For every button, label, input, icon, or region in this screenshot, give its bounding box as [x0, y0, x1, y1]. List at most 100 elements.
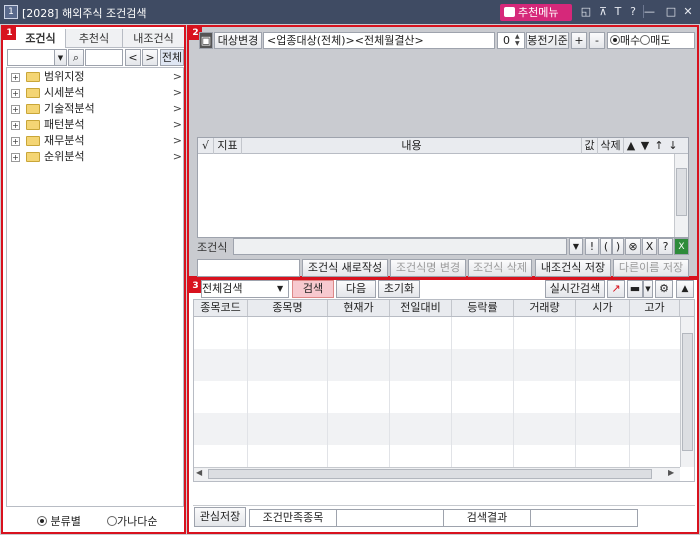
col-name[interactable]: 종목명	[248, 300, 328, 316]
formula-input[interactable]	[233, 238, 567, 255]
all-button[interactable]: 전체	[160, 49, 184, 66]
col-code[interactable]: 종목코드	[194, 300, 248, 316]
radio-icon	[107, 516, 117, 526]
plus-button[interactable]: +	[571, 32, 587, 49]
sort-by-category-radio[interactable]: 분류별	[37, 513, 81, 529]
offset-stepper[interactable]: 0	[497, 32, 525, 49]
window-icon[interactable]: ◱	[580, 5, 592, 18]
move-up-icon[interactable]: ▲	[624, 138, 638, 154]
col-open[interactable]: 시가	[576, 300, 630, 316]
menu-icon[interactable]: ▬	[627, 280, 643, 298]
next-arrow-icon[interactable]: >	[142, 49, 158, 66]
move-bottom-icon[interactable]: ↓	[666, 138, 680, 154]
col-volume[interactable]: 거래량	[514, 300, 576, 316]
minus-button[interactable]: -	[589, 32, 605, 49]
recommend-menu-label: 추천메뉴	[518, 6, 559, 19]
realtime-search-button[interactable]: 실시간검색	[545, 280, 605, 298]
col-change[interactable]: 전일대비	[390, 300, 452, 316]
col-change-rate[interactable]: 등락률	[452, 300, 514, 316]
text-icon[interactable]: T	[612, 5, 624, 18]
folder-icon	[26, 136, 40, 146]
search-text-field[interactable]	[85, 49, 123, 66]
expand-icon[interactable]: +	[11, 137, 20, 146]
target-icon[interactable]: ▣	[199, 32, 213, 49]
scope-select[interactable]: 전체검색	[201, 280, 289, 298]
results-horizontal-scrollbar[interactable]: ◀ ▶	[194, 467, 680, 481]
tree-item-pattern[interactable]: + 패턴분석 >	[9, 117, 184, 133]
scroll-thumb[interactable]	[676, 168, 687, 216]
radio-icon	[640, 35, 651, 45]
move-down-icon[interactable]: ▼	[638, 138, 652, 154]
expand-icon[interactable]: +	[11, 153, 20, 162]
thumbs-up-icon	[504, 7, 515, 17]
sell-radio[interactable]: 매도	[640, 34, 671, 47]
x-op-button[interactable]: X	[642, 238, 657, 255]
menu-dropdown-icon[interactable]: ▼	[643, 280, 653, 298]
formula-dropdown-icon[interactable]: ▼	[569, 238, 583, 255]
settings-gear-icon[interactable]: ⚙	[655, 280, 673, 298]
dropdown-arrow-icon[interactable]: ▼	[54, 49, 67, 66]
match-count-value	[336, 509, 444, 527]
prev-arrow-icon[interactable]: <	[125, 49, 141, 66]
table-row	[194, 413, 680, 445]
recommend-menu-button[interactable]: 추천메뉴	[500, 4, 572, 21]
check-header[interactable]: √	[198, 138, 214, 154]
maximize-icon[interactable]: □	[665, 5, 677, 18]
scroll-right-icon[interactable]: ▶	[668, 468, 674, 477]
scroll-thumb[interactable]	[208, 469, 652, 479]
expand-icon[interactable]: +	[11, 73, 20, 82]
select-arrow-icon[interactable]: ▼	[277, 284, 283, 293]
move-top-icon[interactable]: ↑	[652, 138, 666, 154]
excel-icon[interactable]: X	[674, 238, 689, 255]
save-my-condition-button[interactable]: 내조건식 저장	[535, 259, 611, 277]
buy-radio[interactable]: 매수	[610, 34, 640, 47]
tree-item-technical[interactable]: + 기술적분석 >	[9, 101, 184, 117]
match-count-label: 조건만족종목	[249, 509, 337, 527]
target-change-button[interactable]: 대상변경	[214, 32, 262, 49]
rename-condition-button[interactable]: 조건식명 변경	[390, 259, 466, 277]
tree-item-ranking[interactable]: + 순위분석 >	[9, 149, 184, 165]
tab-my-condition[interactable]: 내조건식	[123, 29, 184, 48]
open-paren-button[interactable]: (	[600, 238, 612, 255]
tree-item-range[interactable]: + 범위지정 >	[9, 69, 184, 85]
search-button[interactable]: 검색	[292, 280, 334, 298]
close-icon[interactable]: ✕	[682, 5, 694, 18]
reset-button[interactable]: 초기화	[378, 280, 420, 298]
condition-table-scrollbar[interactable]	[674, 154, 688, 237]
scroll-left-icon[interactable]: ◀	[196, 468, 202, 477]
chevron-right-icon: >	[172, 118, 182, 131]
sort-alphabetical-radio[interactable]: 가나다순	[107, 513, 157, 529]
col-high[interactable]: 고가	[630, 300, 680, 316]
xor-op-button[interactable]: ⊗	[625, 238, 641, 255]
panel-badge-1: 1	[3, 27, 16, 40]
stepper-arrows-icon[interactable]: ▲ ▼	[515, 33, 520, 47]
not-op-button[interactable]: !	[585, 238, 599, 255]
col-price[interactable]: 현재가	[328, 300, 390, 316]
search-results-panel: 3 전체검색 ▼ 검색 다음 초기화 실시간검색 ↗ ▬ ▼ ⚙ ▲ 종목코드 …	[187, 278, 699, 534]
new-condition-button[interactable]: 조건식 새로작성	[302, 259, 388, 277]
scroll-thumb[interactable]	[682, 333, 693, 451]
save-interest-button[interactable]: 관심저장	[194, 507, 246, 527]
chevron-right-icon: >	[172, 150, 182, 163]
pin-icon[interactable]: ⊼	[597, 5, 609, 18]
tab-condition[interactable]: 조건식	[16, 29, 66, 48]
delete-condition-button[interactable]: 조건식 삭제	[468, 259, 532, 277]
save-as-button[interactable]: 다른이름 저장	[613, 259, 689, 277]
search-icon[interactable]: ⌕	[68, 49, 84, 66]
tab-recommend[interactable]: 추천식	[66, 29, 123, 48]
title-bar: 1 [2028] 해외주식 조건검색 추천메뉴 ◱ ⊼ T ? — □ ✕	[0, 0, 700, 24]
help-op-button[interactable]: ?	[658, 238, 673, 255]
chart-icon[interactable]: ↗	[607, 280, 625, 298]
results-vertical-scrollbar[interactable]	[680, 317, 694, 467]
collapse-up-icon[interactable]: ▲	[676, 280, 694, 298]
next-button[interactable]: 다음	[336, 280, 376, 298]
expand-icon[interactable]: +	[11, 121, 20, 130]
expand-icon[interactable]: +	[11, 89, 20, 98]
condition-name-input[interactable]	[197, 259, 300, 277]
expand-icon[interactable]: +	[11, 105, 20, 114]
close-paren-button[interactable]: )	[612, 238, 624, 255]
tree-item-price[interactable]: + 시세분석 >	[9, 85, 184, 101]
minimize-icon[interactable]: —	[643, 5, 655, 18]
tree-item-financial[interactable]: + 재무분석 >	[9, 133, 184, 149]
help-icon[interactable]: ?	[627, 5, 639, 18]
